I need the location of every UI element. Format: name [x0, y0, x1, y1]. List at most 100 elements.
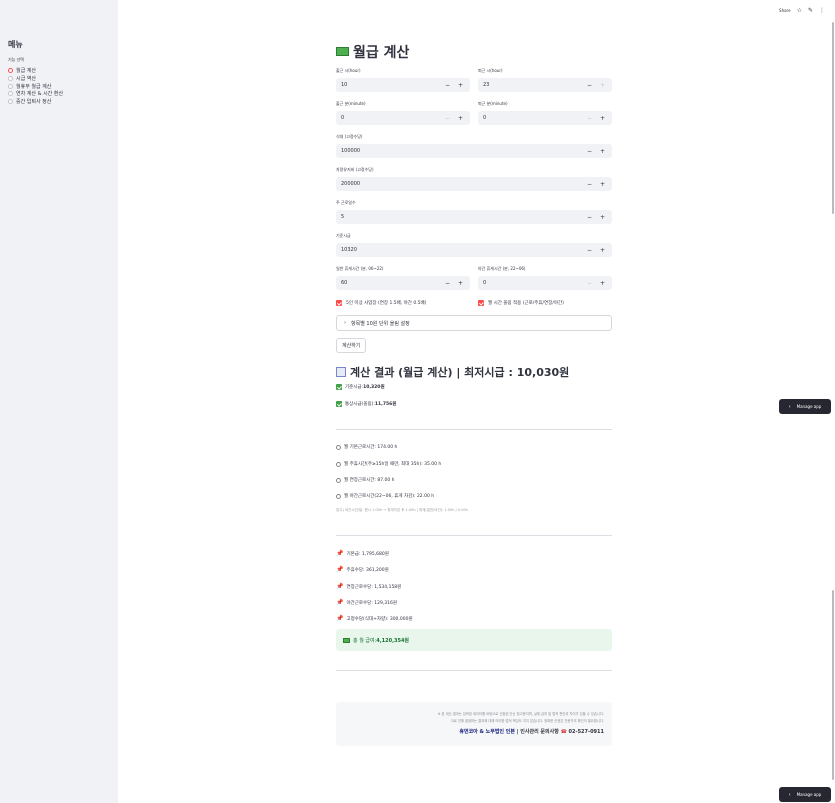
- radio-empty-icon: [8, 76, 13, 82]
- clock-icon: [336, 444, 341, 450]
- radio-empty-icon: [8, 99, 13, 105]
- work-days-input[interactable]: 5− +: [336, 210, 612, 224]
- under5-checkbox[interactable]: 5인 미상 사업장 (연장 1.5배, 야간 0.5배): [336, 300, 426, 306]
- share-button[interactable]: Share: [779, 8, 791, 13]
- chevron-left-icon: ‹: [788, 403, 791, 410]
- disclaimer-box: ※ 본 계산 결과는 입력된 데이터를 바탕으로 산출된 단순 참고용이며, 실…: [336, 702, 612, 746]
- phone-number[interactable]: 02-527-0911: [569, 729, 604, 735]
- check-icon: [336, 401, 342, 407]
- sidebar: 메뉴 기능 선택 월급 계산 시급 역산 월휴무 월급 계산 연차 계산 & 시…: [0, 0, 118, 803]
- plus-button[interactable]: +: [454, 280, 467, 287]
- end-hour-label: 퇴근 시(hour): [478, 68, 503, 73]
- minus-button[interactable]: −: [583, 82, 596, 89]
- plus-button[interactable]: +: [596, 247, 609, 254]
- hours-item: 월 주휴시간(주≥15h일 때만, 최대 35h): 35.00 h: [336, 461, 441, 467]
- page-title: 월급 계산: [336, 42, 409, 62]
- start-hour-input[interactable]: 10− +: [336, 78, 470, 92]
- radio-option-annual-leave[interactable]: 연차 계산 & 시간 환산: [8, 90, 63, 98]
- plus-button[interactable]: +: [596, 115, 609, 122]
- radio-option-settlement[interactable]: 중간 입퇴사 정산: [8, 98, 63, 106]
- divider: [336, 670, 612, 671]
- calculate-button[interactable]: 계산하기: [336, 338, 367, 353]
- radio-selected-icon: [8, 68, 13, 74]
- check-icon: [336, 384, 342, 390]
- minus-button[interactable]: −: [441, 82, 454, 89]
- edit-icon[interactable]: ✎: [808, 7, 813, 14]
- total-pay-box: 총 월 급여: 4,120,354원: [336, 629, 612, 651]
- plus-button[interactable]: +: [596, 214, 609, 221]
- radio-group-label: 기능 선택: [8, 57, 24, 62]
- round-up-checkbox[interactable]: 월 시간 올림 적용 (근로/주휴/연장/야간): [478, 300, 564, 306]
- minus-button[interactable]: −: [583, 214, 596, 221]
- minus-button[interactable]: −: [441, 280, 454, 287]
- car-label: 차량유지비 (고정수당): [336, 167, 374, 172]
- plus-button[interactable]: +: [454, 115, 467, 122]
- disclaimer-line-1: ※ 본 계산 결과는 입력된 데이터를 바탕으로 산출된 단순 참고용이며, 실…: [437, 712, 604, 716]
- plus-button[interactable]: +: [596, 280, 609, 287]
- break-day-label: 일반 휴게시간 (분, 06~22): [336, 266, 384, 271]
- money-icon: [336, 46, 349, 56]
- minus-button[interactable]: −: [583, 115, 596, 122]
- hours-item: 월 야간근로시간(22~06, 휴게 차감): 22.00 h: [336, 493, 434, 499]
- minus-button[interactable]: −: [441, 115, 454, 122]
- minus-button[interactable]: −: [583, 247, 596, 254]
- pay-item: 📌 기본급: 1,795,680원: [336, 550, 389, 557]
- manage-app-button-bottom[interactable]: ‹ Manage app: [779, 787, 831, 802]
- base-wage-input[interactable]: 10320− +: [336, 243, 612, 257]
- radio-option-label: 중간 입퇴사 정산: [16, 99, 52, 106]
- car-input[interactable]: 200000− +: [336, 177, 612, 191]
- clock-icon: [336, 493, 341, 499]
- radio-option-label: 월휴무 월급 계산: [16, 83, 52, 90]
- scrollbar-thumb-lower[interactable]: [832, 590, 834, 780]
- break-night-input[interactable]: 0− +: [478, 276, 612, 290]
- brand-name: 휴먼코아 & 노무법인 인본: [459, 729, 515, 735]
- expander-label: 항목별 10원 단위 올림 설정: [351, 320, 410, 327]
- checkbox-checked-icon: [478, 300, 484, 306]
- manage-app-button[interactable]: ‹ Manage app: [779, 399, 831, 414]
- clock-icon: [336, 461, 341, 467]
- rounding-expander[interactable]: › 항목별 10원 단위 올림 설정: [336, 315, 612, 331]
- pin-icon: 📌: [336, 550, 344, 557]
- contact-line: 휴먼코아 & 노무법인 인본 | 인사관리 문의사항 ☎ 02-527-0911: [459, 729, 604, 735]
- clock-icon: [336, 477, 341, 483]
- break-day-input[interactable]: 60− +: [336, 276, 470, 290]
- scrollbar-thumb[interactable]: [832, 22, 834, 214]
- more-icon[interactable]: ⋮: [819, 7, 825, 14]
- minus-button[interactable]: −: [583, 280, 596, 287]
- meal-label: 식대 (고정수당): [336, 134, 363, 139]
- checkbox-checked-icon: [336, 300, 342, 306]
- pay-item: 📌 연장근로수당: 1,534,158원: [336, 583, 402, 590]
- total-pay-value: 4,120,354원: [376, 637, 410, 644]
- star-icon[interactable]: ☆: [797, 7, 802, 14]
- end-hour-input[interactable]: 23− +: [478, 78, 612, 92]
- break-night-label: 야간 휴게시간 (분, 22~06): [478, 266, 526, 271]
- plus-button[interactable]: +: [596, 148, 609, 155]
- end-minute-input[interactable]: 0− +: [478, 111, 612, 125]
- minus-button[interactable]: −: [583, 148, 596, 155]
- work-days-label: 주 근로일수: [336, 200, 356, 205]
- radio-option-label: 연차 계산 & 시간 환산: [16, 91, 64, 98]
- result-title: 계산 결과 (월급 계산) | 최저시급 : 10,030원: [336, 364, 569, 380]
- ordinary-wage-result: 통상시급(올림): 11,756원: [336, 401, 396, 407]
- minus-button[interactable]: −: [583, 181, 596, 188]
- start-minute-input[interactable]: 0− +: [336, 111, 470, 125]
- pin-icon: 📌: [336, 566, 344, 573]
- plus-button[interactable]: +: [596, 82, 609, 89]
- hours-item: 월 연장근로시간: 87.00 h: [336, 477, 395, 483]
- plus-button[interactable]: +: [596, 181, 609, 188]
- radio-option-monthly[interactable]: 월급 계산: [8, 67, 63, 75]
- meal-input[interactable]: 100000− +: [336, 144, 612, 158]
- radio-option-holiday[interactable]: 월휴무 월급 계산: [8, 82, 63, 90]
- start-hour-label: 출근 시(hour): [336, 68, 361, 73]
- end-minute-label: 퇴근 분(minute): [478, 101, 508, 106]
- disclaimer-line-2: 이로 인해 발생하는 결과에 대해 어떠한 법적 책임도 지지 않습니다. 정확…: [450, 719, 604, 723]
- radio-option-hourly[interactable]: 시급 역산: [8, 75, 63, 83]
- chart-icon: [336, 367, 346, 377]
- plus-button[interactable]: +: [454, 82, 467, 89]
- base-wage-result: 기준시급: 10,320원: [336, 384, 385, 390]
- night-hours-note: 참고) 야간시간/일: 원시 1.00h → 휴게차감 후 1.00h | 휴게…: [336, 508, 468, 512]
- chevron-left-icon: ‹: [788, 791, 791, 798]
- radio-empty-icon: [8, 91, 13, 97]
- radio-empty-icon: [8, 83, 13, 89]
- start-minute-label: 출근 분(minute): [336, 101, 366, 106]
